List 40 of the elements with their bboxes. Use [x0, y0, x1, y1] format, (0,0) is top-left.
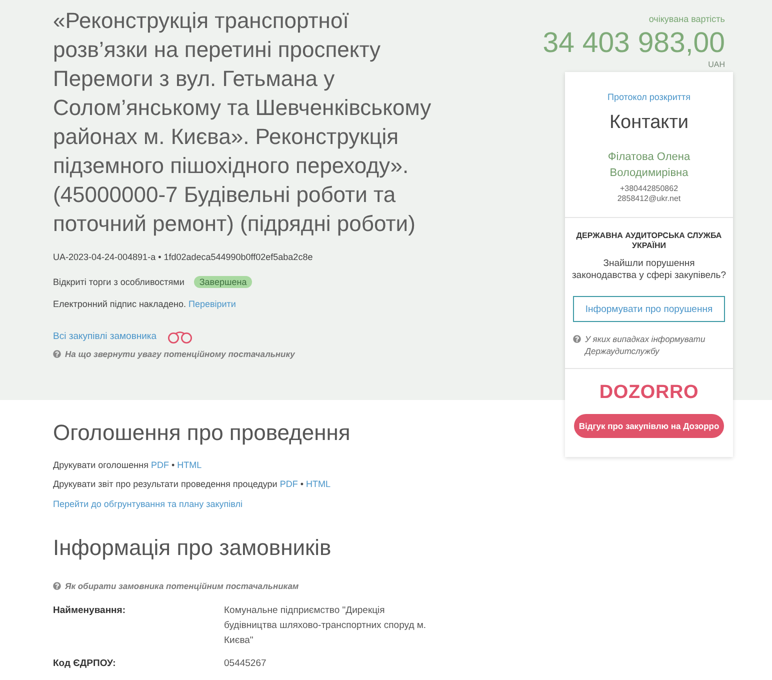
print-text: Друкувати звіт про результати проведення процедури PDF • HTML	[53, 478, 330, 490]
section-heading: Інформація про замовників	[53, 534, 332, 562]
tender-code: UA-2023-04-24-004891-a • 1fd02adeca544990b0ff02ef5aba2c8e	[53, 251, 313, 263]
audit-hint-link[interactable]: У яких випадках інформувати Держаудитслужбу	[585, 333, 725, 357]
protocol-link[interactable]: Протокол розкриття	[607, 91, 691, 103]
status-badge: Завершена	[194, 276, 252, 288]
procedure-type: Відкриті торги з особливостями	[53, 276, 184, 288]
verify-link[interactable]: Перевірити	[188, 299, 236, 309]
price-amount: 34 403 983,00	[542, 27, 725, 60]
help-icon	[573, 335, 581, 343]
audit-service-title: ДЕРЖАВНА АУДИТОРСЬКА СЛУЖБА УКРАЇНИ	[575, 231, 723, 251]
print-link[interactable]: PDF	[280, 479, 298, 489]
dozorro-logo: DOZORRO	[599, 383, 699, 403]
print-link[interactable]: HTML	[177, 460, 202, 470]
contacts-title: Контакти	[609, 111, 689, 135]
print-link[interactable]: HTML	[306, 479, 330, 489]
help-icon	[53, 582, 61, 590]
help-icon	[53, 350, 61, 358]
field-value: Комунальне підприємство "Дирекція будівництва шляхово-транспортних споруд м. Києва"	[224, 604, 428, 648]
contact-name: Філатова Олена Володимирівна	[606, 150, 692, 181]
supplier-hint-link[interactable]: На що звернути увагу потенційному постачальнику	[65, 348, 295, 360]
field-label: Код ЄДРПОУ:	[53, 657, 116, 671]
section-heading: Оголошення про проведення	[53, 419, 350, 447]
signature-text: Електронний підпис накладено. Перевірити	[53, 298, 236, 310]
contact-phone: +380442850862	[620, 184, 678, 194]
audit-question: Знайшли порушення законодавства у сфері закупівель?	[570, 258, 728, 282]
price-caption: очікувана вартість	[648, 13, 725, 25]
field-value: 05445267	[224, 657, 268, 671]
print-link[interactable]: PDF	[151, 460, 169, 470]
glasses-icon	[166, 330, 193, 344]
dozorro-feedback-button[interactable]: Відгук про закупівлю на Дозорро	[574, 414, 724, 438]
customer-tenders-link[interactable]: Всі закупівлі замовника	[53, 331, 157, 343]
contact-email: 2858412@ukr.net	[617, 194, 681, 204]
report-violation-button[interactable]: Інформувати про порушення	[573, 296, 725, 322]
currency-label: UAH	[708, 60, 725, 70]
customer-hint-link[interactable]: Як обирати замовника потенційним постачальникам	[65, 580, 299, 592]
field-label: Найменування:	[53, 604, 126, 618]
tender-title: «Реконструкція транспортної розв’язки на перетині проспекту Перемоги з вул. Гетьмана у Солом’янському та Шевченківському районах м. Києва». Реконструкція підземного пішохідного переходу». (45000000-7 Будівельні роботи та поточний ремонт) (підрядні роботи)	[53, 7, 432, 238]
plan-link[interactable]: Перейти до обгрунтування та плану закупівлі	[53, 498, 242, 510]
print-text: Друкувати оголошення PDF • HTML	[53, 459, 202, 471]
